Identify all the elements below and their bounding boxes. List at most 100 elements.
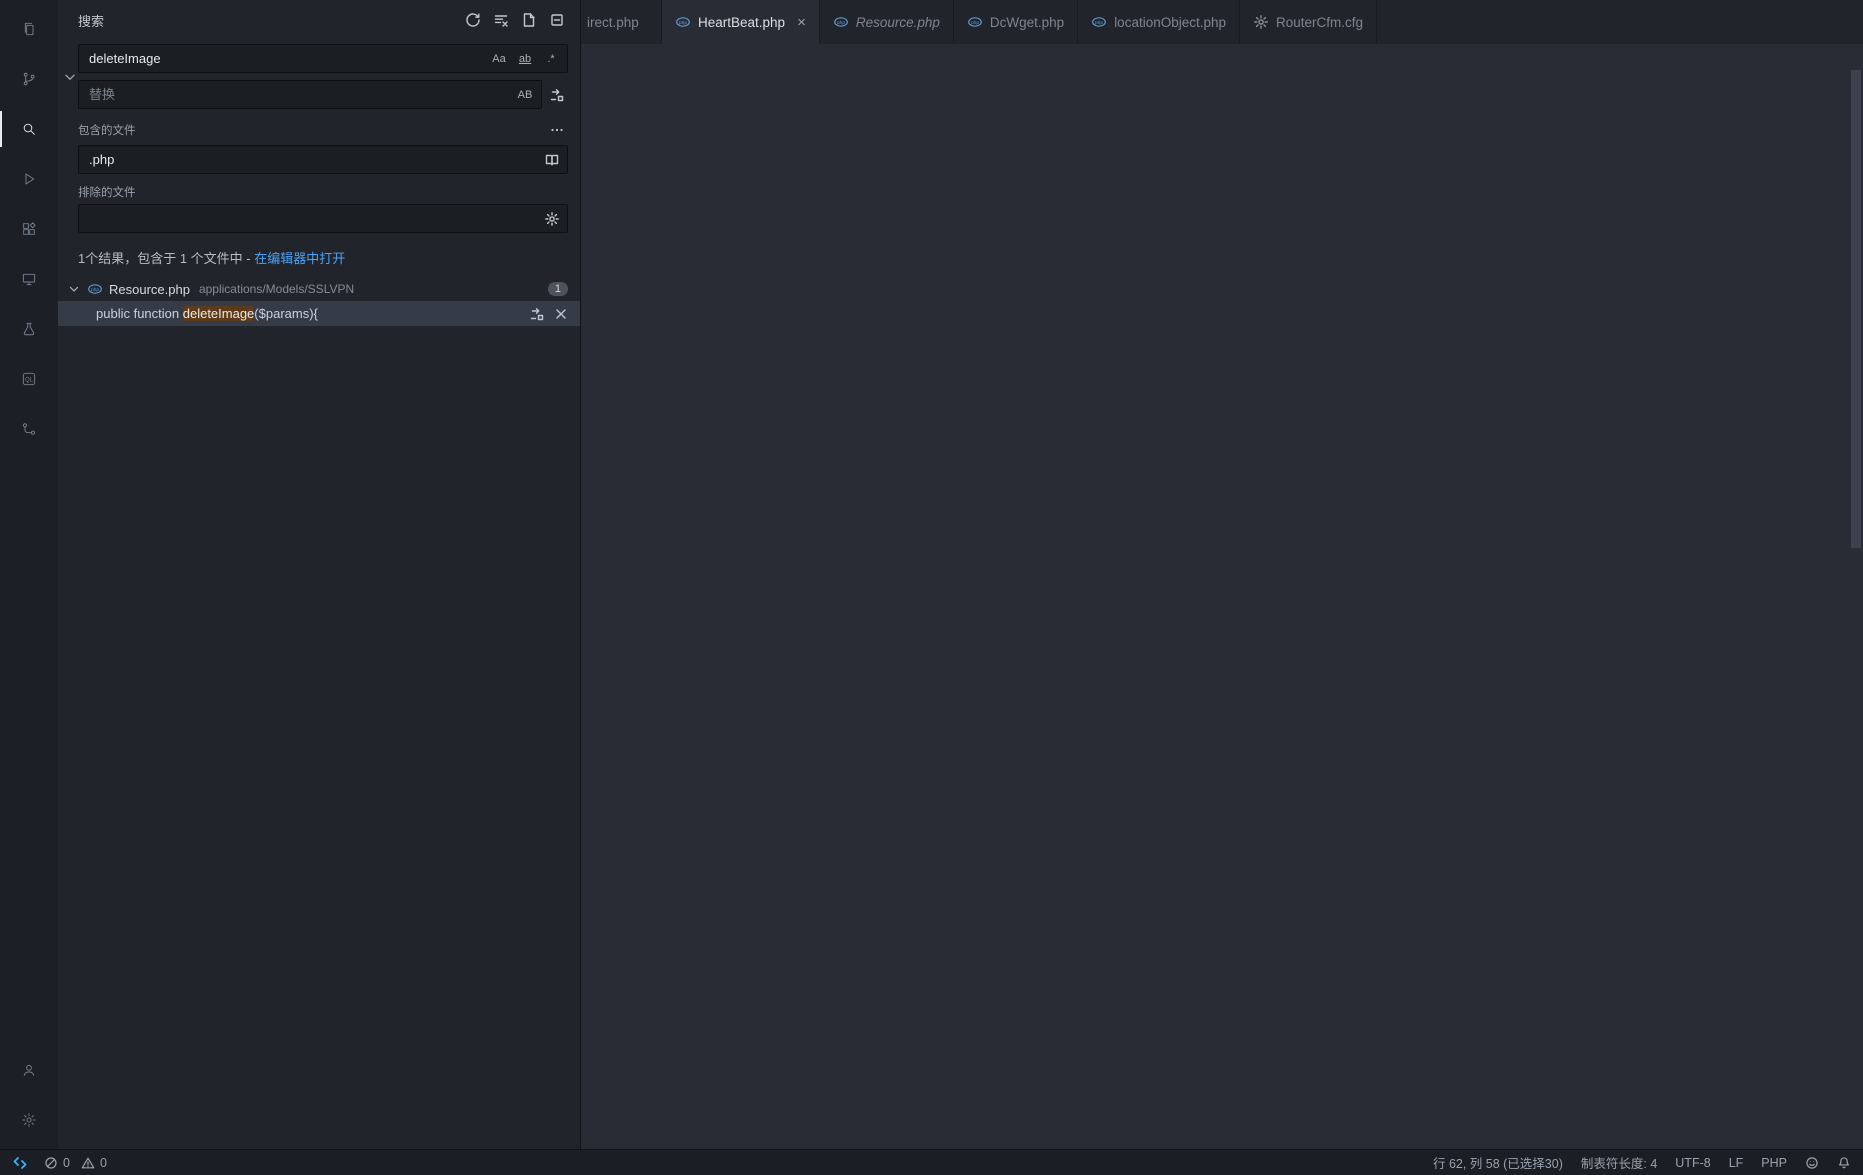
search-input[interactable] xyxy=(87,50,487,67)
whole-word-toggle[interactable]: ab xyxy=(513,49,537,69)
collapse-all-button[interactable] xyxy=(546,9,568,31)
include-input-box xyxy=(78,145,568,174)
editor-actions xyxy=(1853,0,1863,44)
activity-source-control-button[interactable] xyxy=(0,54,58,104)
indentation-setting[interactable]: 制表符长度: 4 xyxy=(1581,1153,1657,1172)
tab-label: DcWget.php xyxy=(990,15,1064,30)
refresh-button[interactable] xyxy=(462,9,484,31)
match-text: public function deleteImage($params){ xyxy=(96,306,520,321)
svg-text:php: php xyxy=(1095,20,1103,26)
search-header-actions xyxy=(462,9,568,31)
collapse-all-icon xyxy=(549,12,565,28)
match-highlight: deleteImage xyxy=(183,306,255,321)
activity-settings-button[interactable] xyxy=(0,1095,58,1145)
files-to-exclude-input[interactable] xyxy=(87,210,541,227)
gear-small-icon xyxy=(1253,14,1269,30)
tab-label: locationObject.php xyxy=(1114,15,1226,30)
clear-results-button[interactable] xyxy=(490,9,512,31)
problems-indicator[interactable]: 0 0 xyxy=(44,1156,107,1170)
remote-explorer-icon xyxy=(21,271,37,287)
refresh-icon xyxy=(465,12,481,28)
replace-input[interactable] xyxy=(87,86,513,103)
activity-pipeline-button[interactable] xyxy=(0,404,58,454)
account-icon xyxy=(21,1062,37,1078)
tabs: irect.phpphpHeartBeat.php×phpResource.ph… xyxy=(581,0,1377,44)
scrollbar-thumb[interactable] xyxy=(1851,70,1861,548)
source-control-icon xyxy=(21,71,37,87)
activity-search-button[interactable] xyxy=(0,104,58,154)
cursor-position[interactable]: 行 62, 列 58 (已选择30) xyxy=(1433,1153,1563,1172)
status-bar: 0 0 行 62, 列 58 (已选择30) 制表符长度: 4 UTF-8 LF… xyxy=(0,1149,1863,1175)
result-count-badge: 1 xyxy=(548,282,568,296)
search-icon xyxy=(21,121,37,137)
clear-results-icon xyxy=(493,12,509,28)
exclude-input-box xyxy=(78,204,568,233)
php-file-icon: php xyxy=(833,14,849,30)
gear-small-icon xyxy=(544,211,560,227)
search-panel-header: 搜索 xyxy=(58,0,580,40)
warning-count: 0 xyxy=(100,1156,107,1170)
toggle-search-details-button[interactable] xyxy=(546,119,568,141)
pipeline-icon xyxy=(21,421,37,437)
replace-match-button[interactable] xyxy=(526,303,548,325)
more-dots-icon xyxy=(549,122,565,138)
tab-RouterCfm.cfg[interactable]: RouterCfm.cfg xyxy=(1240,0,1377,44)
activity-extensions-button[interactable] xyxy=(0,204,58,254)
tab-irect.php[interactable]: irect.php xyxy=(581,0,662,44)
regex-toggle[interactable]: .* xyxy=(539,49,563,69)
chevron-down-icon xyxy=(62,69,78,85)
search-match-row[interactable]: public function deleteImage($params){ xyxy=(58,301,580,326)
toggle-replace-button[interactable] xyxy=(62,44,78,109)
use-exclude-settings-toggle[interactable] xyxy=(541,208,563,230)
php-file-icon: php xyxy=(87,281,103,297)
editor-group: irect.phpphpHeartBeat.php×phpResource.ph… xyxy=(581,0,1863,1149)
codeql-icon: QL xyxy=(21,371,37,387)
svg-text:php: php xyxy=(679,20,687,26)
close-icon xyxy=(553,306,569,322)
files-to-include-input[interactable] xyxy=(87,151,541,168)
activity-bar-top: QL xyxy=(0,0,58,458)
match-case-toggle[interactable]: Aa xyxy=(487,49,511,69)
bell-icon xyxy=(1837,1156,1851,1170)
tab-locationObject.php[interactable]: php locationObject.php xyxy=(1078,0,1240,44)
vscode-window: QL 搜索 Aa ab .* xyxy=(0,0,1863,1175)
activity-bar: QL xyxy=(0,0,58,1149)
activity-bar-bottom xyxy=(0,1041,58,1149)
tab-DcWget.php[interactable]: phpDcWget.php xyxy=(954,0,1078,44)
search-result-file-row[interactable]: php Resource.php applications/Models/SSL… xyxy=(58,277,580,301)
warning-icon xyxy=(81,1156,95,1170)
activity-account-button[interactable] xyxy=(0,1045,58,1095)
activity-testing-button[interactable] xyxy=(0,304,58,354)
remote-indicator[interactable] xyxy=(12,1155,28,1171)
tab-label: irect.php xyxy=(587,15,639,30)
eol-setting[interactable]: LF xyxy=(1729,1156,1744,1170)
breadcrumb xyxy=(581,44,1863,70)
files-to-exclude-label: 排除的文件 xyxy=(78,184,136,200)
tab-HeartBeat.php[interactable]: phpHeartBeat.php× xyxy=(662,0,820,44)
replace-all-button[interactable] xyxy=(546,84,568,106)
notifications-button[interactable] xyxy=(1837,1156,1851,1170)
result-file-name: Resource.php xyxy=(109,282,190,297)
activity-explorer-button[interactable] xyxy=(0,4,58,54)
editor[interactable] xyxy=(581,70,1863,1149)
files-to-include-label: 包含的文件 xyxy=(78,122,136,138)
dismiss-match-button[interactable] xyxy=(550,303,572,325)
encoding-setting[interactable]: UTF-8 xyxy=(1675,1156,1710,1170)
new-search-editor-button[interactable] xyxy=(518,9,540,31)
svg-text:QL: QL xyxy=(25,378,34,384)
editor-scrollbar[interactable] xyxy=(1849,70,1863,1149)
open-in-editor-link[interactable]: 在编辑器中打开 xyxy=(254,251,345,266)
feedback-button[interactable] xyxy=(1805,1156,1819,1170)
chevron-down-icon xyxy=(67,282,81,296)
tab-Resource.php[interactable]: php Resource.php xyxy=(820,0,954,44)
tab-label: Resource.php xyxy=(856,15,940,30)
activity-codeql-button[interactable]: QL xyxy=(0,354,58,404)
activity-run-debug-button[interactable] xyxy=(0,154,58,204)
language-mode[interactable]: PHP xyxy=(1761,1156,1787,1170)
preserve-case-toggle[interactable]: AB xyxy=(513,85,537,105)
tab-close-button[interactable]: × xyxy=(797,15,806,30)
explorer-icon xyxy=(21,21,37,37)
search-open-editors-toggle[interactable] xyxy=(541,149,563,171)
activity-remote-explorer-button[interactable] xyxy=(0,254,58,304)
error-count: 0 xyxy=(63,1156,70,1170)
